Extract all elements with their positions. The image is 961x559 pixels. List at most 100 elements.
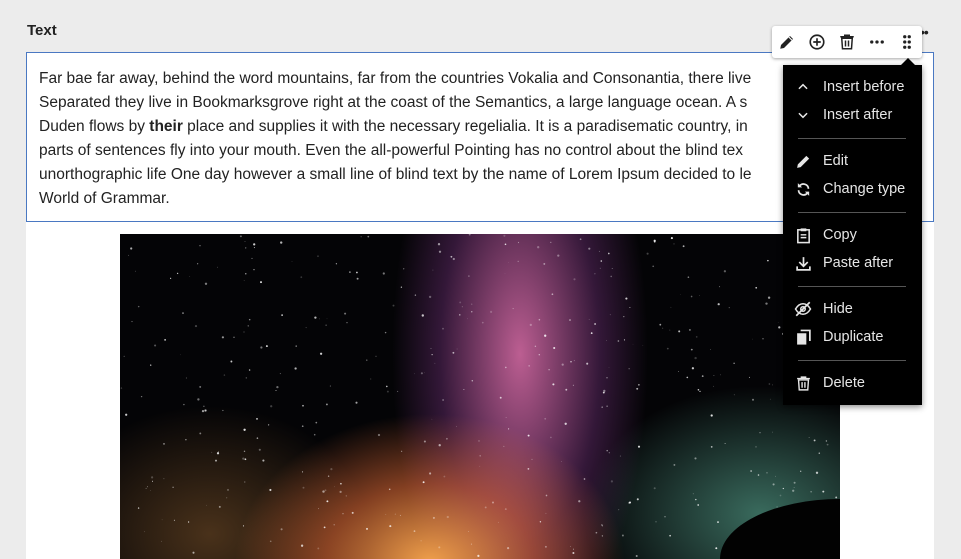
star <box>710 446 713 448</box>
star <box>779 494 782 497</box>
star <box>137 305 140 308</box>
star <box>594 323 597 325</box>
star <box>256 437 259 439</box>
menu-item-paste-after[interactable]: Paste after <box>783 249 922 277</box>
star <box>822 490 825 493</box>
eye-off-icon <box>783 300 823 318</box>
star <box>652 265 655 268</box>
star <box>717 303 720 306</box>
star <box>375 355 377 357</box>
star <box>269 488 272 492</box>
star <box>636 387 639 390</box>
menu-item-insert-before[interactable]: Insert before <box>783 73 922 101</box>
star <box>810 491 812 493</box>
star <box>446 515 449 519</box>
star <box>808 437 810 439</box>
star <box>323 526 326 529</box>
star <box>291 261 293 262</box>
star <box>253 269 255 271</box>
star <box>403 268 405 270</box>
star <box>256 417 258 420</box>
star <box>192 551 195 554</box>
refresh-icon <box>783 181 823 198</box>
delete-button[interactable] <box>832 26 862 58</box>
star <box>545 494 548 497</box>
star <box>389 525 392 528</box>
star <box>226 497 228 499</box>
star <box>461 306 463 308</box>
star <box>512 308 514 310</box>
star <box>420 540 422 542</box>
star <box>221 336 225 339</box>
star <box>606 377 608 379</box>
star <box>356 277 359 280</box>
star <box>682 245 685 248</box>
star <box>662 327 664 329</box>
block-actions-menu: Insert before Insert after Edit Change t… <box>783 58 922 405</box>
drag-handle[interactable] <box>892 26 922 58</box>
star <box>360 236 362 238</box>
star <box>655 520 657 523</box>
star <box>203 405 205 407</box>
star <box>695 498 697 501</box>
star <box>642 345 644 346</box>
star <box>537 246 540 249</box>
star <box>438 250 442 253</box>
star <box>414 294 417 296</box>
star <box>599 267 601 269</box>
star <box>342 513 344 515</box>
star <box>595 531 598 534</box>
star <box>504 508 507 511</box>
menu-item-label: Insert before <box>823 79 905 95</box>
star <box>366 527 368 530</box>
menu-item-edit[interactable]: Edit <box>783 147 922 175</box>
star <box>755 286 758 289</box>
star <box>420 372 423 375</box>
star <box>818 452 821 454</box>
menu-item-label: Change type <box>823 181 906 197</box>
star <box>125 413 128 416</box>
star <box>611 267 613 269</box>
menu-item-hide[interactable]: Hide <box>783 295 922 323</box>
star <box>570 361 572 363</box>
star <box>565 388 568 391</box>
star <box>314 316 317 319</box>
star <box>777 322 779 323</box>
star <box>573 278 576 281</box>
star <box>767 259 769 262</box>
star <box>564 422 567 425</box>
star <box>216 266 219 268</box>
star <box>215 459 217 462</box>
star <box>653 487 656 490</box>
star <box>752 338 753 340</box>
star <box>701 375 704 377</box>
insert-button[interactable] <box>802 26 832 58</box>
star <box>226 488 230 491</box>
star <box>635 554 638 558</box>
star <box>244 481 246 483</box>
star <box>608 367 610 369</box>
star <box>766 472 768 474</box>
star <box>586 362 589 365</box>
more-button[interactable] <box>862 26 892 58</box>
star <box>438 444 441 447</box>
menu-item-duplicate[interactable]: Duplicate <box>783 323 922 351</box>
menu-item-copy[interactable]: Copy <box>783 221 922 249</box>
star <box>244 458 247 461</box>
star <box>694 356 697 360</box>
star <box>242 457 245 460</box>
block-label: Text <box>27 22 57 39</box>
star <box>531 458 533 460</box>
star <box>601 406 603 408</box>
menu-item-delete[interactable]: Delete <box>783 369 922 397</box>
menu-item-insert-after[interactable]: Insert after <box>783 101 922 129</box>
edit-button[interactable] <box>772 26 802 58</box>
star <box>618 509 620 511</box>
star <box>752 398 754 401</box>
menu-item-label: Duplicate <box>823 329 884 345</box>
stars-layer <box>120 234 838 558</box>
block-toolbar <box>772 26 922 58</box>
star <box>218 451 219 453</box>
star <box>330 468 333 471</box>
menu-item-change-type[interactable]: Change type <box>783 175 922 203</box>
